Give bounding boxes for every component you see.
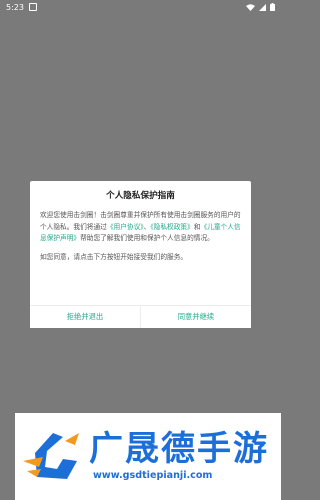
dialog-actions: 拒绝并退出 同意并继续 [30, 305, 251, 328]
privacy-dialog: 个人隐私保护指南 欢迎您使用击剑圈！击剑圈尊重并保护所有使用击剑圈服务的用户的个… [30, 181, 251, 328]
notification-icon [28, 3, 37, 11]
user-agreement-link[interactable]: 《用户协议》 [107, 223, 144, 231]
brand-logo-icon [23, 433, 79, 479]
brand-name: 广晟德手游 [89, 429, 269, 469]
intro-text-end: 帮助您了解我们使用和保护个人信息的情况。 [80, 234, 214, 243]
brand-url: www.gsdtiepianji.com [93, 470, 213, 481]
dialog-title: 个人隐私保护指南 [106, 191, 175, 201]
battery-icon [270, 3, 275, 11]
status-right [246, 3, 275, 11]
separator-text: 和 [193, 222, 201, 231]
accept-button[interactable]: 同意并继续 [141, 306, 251, 328]
wifi-icon [246, 3, 255, 11]
dialog-paragraph-intro: 欢迎您使用击剑圈！击剑圈尊重并保护所有使用击剑圈服务的用户的个人隐私。我们将通过… [40, 210, 243, 245]
status-bar: 5:23 [0, 0, 281, 14]
privacy-policy-link[interactable]: 《隐私权政策》 [150, 223, 193, 231]
dialog-paragraph-consent: 如您同意，请点击下方按钮开始接受我们的服务。 [40, 252, 188, 261]
status-left: 5:23 [6, 3, 37, 12]
signal-icon [259, 3, 266, 11]
dialog-body: 欢迎您使用击剑圈！击剑圈尊重并保护所有使用击剑圈服务的用户的个人隐私。我们将通过… [40, 210, 243, 263]
status-time: 5:23 [6, 2, 24, 12]
watermark-banner: 广晟德手游 www.gsdtiepianji.com [15, 413, 281, 500]
reject-button[interactable]: 拒绝并退出 [30, 306, 140, 328]
